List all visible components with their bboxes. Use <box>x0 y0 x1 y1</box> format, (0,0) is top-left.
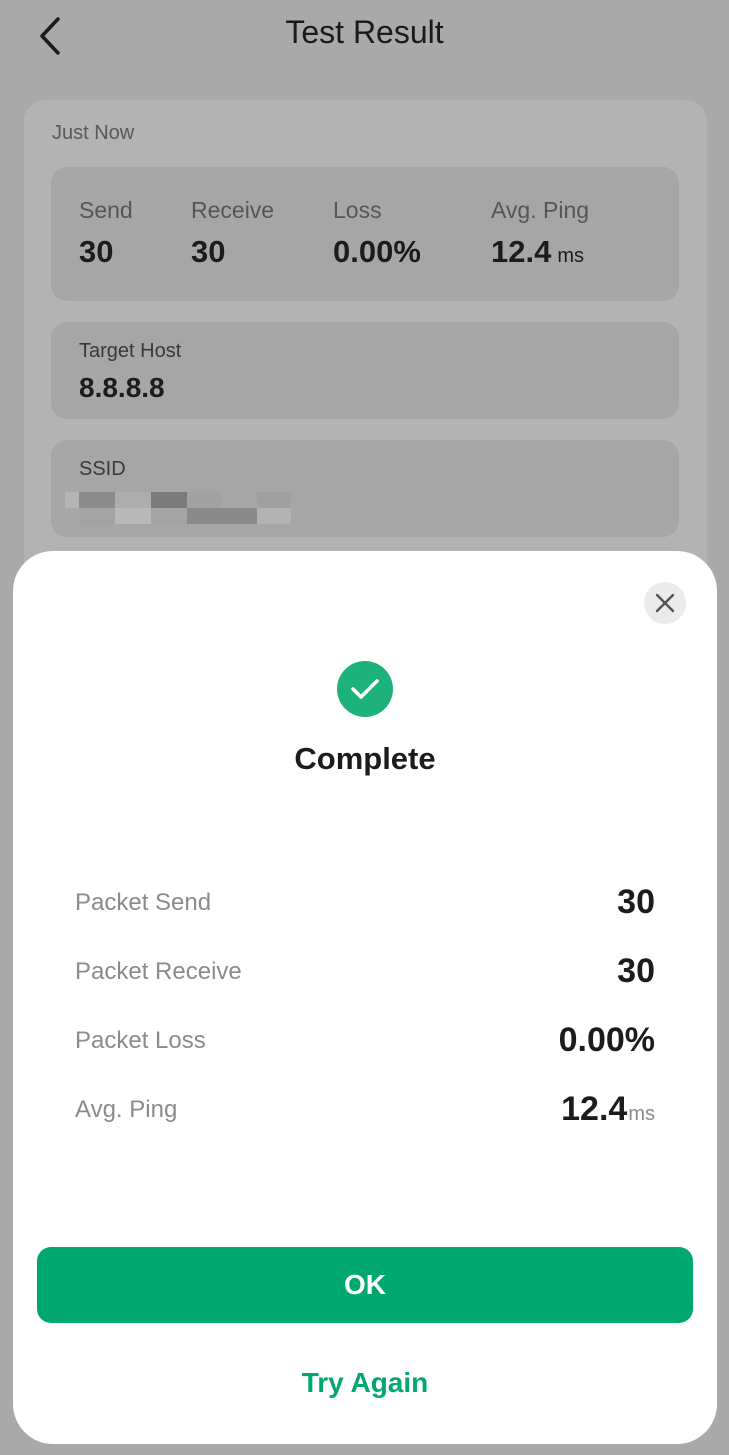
page-title: Test Result <box>285 14 444 50</box>
stat-send: Send 30 <box>79 197 133 270</box>
row-label: Packet Receive <box>75 958 242 985</box>
row-label: Avg. Ping <box>75 1096 178 1123</box>
stats-box: Send 30 Receive 30 Loss 0.00% Avg. Ping … <box>51 167 679 301</box>
ssid-box: SSID <box>51 440 679 537</box>
row-value: 30 <box>617 952 655 990</box>
stat-unit: ms <box>557 245 585 267</box>
try-again-button[interactable]: Try Again <box>233 1361 497 1405</box>
stat-receive: Receive 30 <box>191 197 274 270</box>
close-button[interactable] <box>644 582 686 624</box>
row-packet-loss: Packet Loss 0.00% <box>75 1021 655 1061</box>
result-dialog: Complete Packet Send 30 Packet Receive 3… <box>13 551 717 1444</box>
stat-label: Loss <box>333 197 382 223</box>
row-label: Packet Loss <box>75 1027 206 1054</box>
row-value: 30 <box>617 883 655 921</box>
row-unit: ms <box>628 1103 655 1125</box>
target-host-box: Target Host 8.8.8.8 <box>51 322 679 419</box>
stat-value: 0.00% <box>333 234 421 269</box>
row-packet-receive: Packet Receive 30 <box>75 952 655 992</box>
stat-value: 30 <box>79 234 114 269</box>
stat-avg-ping: Avg. Ping 12.4 ms <box>491 197 589 270</box>
stat-label: Avg. Ping <box>491 197 590 223</box>
result-time: Just Now <box>52 122 135 144</box>
target-host-label: Target Host <box>79 340 182 362</box>
check-circle-icon <box>337 661 393 717</box>
stat-label: Receive <box>191 197 275 223</box>
row-packet-send: Packet Send 30 <box>75 883 655 923</box>
stat-label: Send <box>79 197 133 223</box>
ok-button[interactable]: OK <box>37 1247 693 1323</box>
stat-loss: Loss 0.00% <box>333 197 421 270</box>
stat-value: 12.4 ms <box>491 234 585 269</box>
nav-bar: Test Result <box>0 0 729 72</box>
stat-value: 30 <box>191 234 226 269</box>
row-avg-ping: Avg. Ping 12.4ms <box>75 1090 655 1130</box>
dialog-title: Complete <box>294 741 436 776</box>
row-value: 12.4ms <box>561 1090 655 1128</box>
result-card: Just Now Send 30 Receive 30 Loss 0.00% A… <box>24 100 707 620</box>
close-icon <box>655 593 675 613</box>
ssid-redacted-value <box>65 492 291 524</box>
target-host-value: 8.8.8.8 <box>79 372 165 403</box>
row-value: 0.00% <box>558 1021 655 1059</box>
row-label: Packet Send <box>75 889 212 916</box>
ssid-label: SSID <box>79 458 126 480</box>
